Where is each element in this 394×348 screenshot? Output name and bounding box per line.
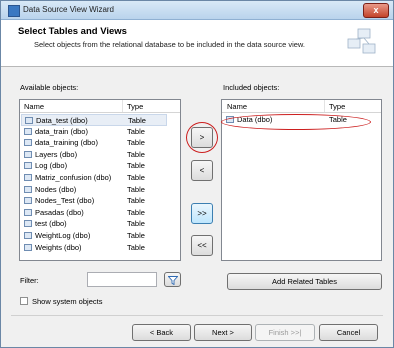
available-row-name: Nodes (dbo): [35, 184, 77, 194]
available-row[interactable]: Weights (dbo) Table: [21, 242, 171, 254]
available-row-type: Table: [127, 219, 145, 229]
available-col-type[interactable]: Type: [127, 102, 143, 111]
available-row[interactable]: Log (dbo) Table: [21, 160, 171, 172]
remove-all-button[interactable]: <<: [191, 235, 213, 256]
available-row[interactable]: data_training (dbo) Table: [21, 137, 171, 149]
table-icon: [24, 185, 32, 193]
included-row-name: Data (dbo): [237, 115, 273, 124]
page-description: Select objects from the relational datab…: [34, 40, 305, 49]
table-icon: [24, 174, 32, 181]
table-icon: [24, 197, 32, 205]
available-row-name: Nodes_Test (dbo): [35, 196, 95, 206]
available-row[interactable]: Pasadas (dbo) Table: [21, 207, 171, 219]
table-icon: [24, 243, 32, 251]
available-row-type: Table: [128, 116, 146, 125]
app-icon: [8, 5, 20, 17]
available-row-type: Table: [127, 231, 145, 240]
available-row-name: Layers (dbo): [35, 149, 78, 159]
available-row-name: Data_test (dbo): [36, 116, 88, 125]
table-icon: [24, 162, 32, 170]
finish-button[interactable]: Finish >>|: [255, 324, 315, 341]
title-bar: Data Source View Wizard x: [1, 1, 393, 20]
available-row-name: data_train (dbo): [35, 126, 88, 136]
table-icon: [25, 117, 33, 124]
page-title: Select Tables and Views: [18, 26, 127, 37]
available-row[interactable]: test (dbo) Table: [21, 218, 171, 230]
available-row-name: Log (dbo): [35, 161, 68, 171]
remove-selected-button[interactable]: <: [191, 160, 213, 181]
included-objects-list[interactable]: Name Type Data (dbo) Table: [221, 99, 382, 261]
available-row-name: Weights (dbo): [35, 242, 82, 252]
available-row-name: Pasadas (dbo): [35, 207, 84, 217]
filter-label: Filter:: [20, 276, 39, 285]
close-button[interactable]: x: [363, 3, 389, 18]
available-list-header: Name Type: [20, 100, 180, 113]
included-row[interactable]: Data (dbo) Table: [223, 114, 373, 126]
show-system-objects-label: Show system objects: [32, 297, 103, 306]
included-col-type[interactable]: Type: [329, 102, 345, 111]
available-row-type: Table: [127, 161, 145, 171]
available-objects-label: Available objects:: [20, 83, 79, 92]
included-row-type: Table: [329, 115, 347, 124]
filter-button[interactable]: [164, 272, 181, 287]
table-icon: [24, 232, 32, 239]
footer-divider: [11, 315, 383, 316]
wizard-header: Select Tables and Views Select objects f…: [1, 20, 393, 67]
available-row-type: Table: [127, 138, 145, 148]
available-col-name[interactable]: Name: [24, 102, 44, 111]
filter-input[interactable]: [87, 272, 157, 287]
available-row-name: WeightLog (dbo): [35, 231, 91, 240]
available-row[interactable]: data_train (dbo) Table: [21, 126, 171, 138]
included-list-header: Name Type: [222, 100, 381, 113]
add-related-tables-button[interactable]: Add Related Tables: [227, 273, 382, 290]
available-row-type: Table: [127, 149, 145, 159]
add-all-button[interactable]: >>: [191, 203, 213, 224]
available-row-type: Table: [127, 173, 145, 182]
included-col-name[interactable]: Name: [227, 102, 247, 111]
available-row-type: Table: [127, 184, 145, 194]
table-icon: [226, 116, 234, 123]
available-row[interactable]: Matriz_confusion (dbo) Table: [21, 172, 171, 184]
window-title: Data Source View Wizard: [23, 5, 114, 14]
available-row[interactable]: Nodes_Test (dbo) Table: [21, 195, 171, 207]
table-icon: [24, 220, 32, 228]
wizard-banner-icon: [347, 28, 376, 54]
funnel-icon: [167, 276, 178, 285]
table-icon: [24, 150, 32, 158]
wizard-window: Data Source View Wizard x Select Tables …: [0, 0, 394, 348]
available-row-type: Table: [127, 126, 145, 136]
available-row-name: test (dbo): [35, 219, 67, 229]
available-row[interactable]: WeightLog (dbo) Table: [21, 230, 171, 242]
available-row[interactable]: Data_test (dbo) Table: [21, 114, 167, 126]
available-row-name: data_training (dbo): [35, 138, 98, 148]
table-icon: [24, 127, 32, 135]
available-row-type: Table: [127, 207, 145, 217]
included-objects-label: Included objects:: [223, 83, 280, 92]
available-objects-list[interactable]: Name Type Data_test (dbo) Table data_train…: [19, 99, 181, 261]
cancel-button[interactable]: Cancel: [319, 324, 378, 341]
available-row-type: Table: [127, 242, 145, 252]
next-button[interactable]: Next >: [194, 324, 252, 341]
available-row-type: Table: [127, 196, 145, 206]
available-row-name: Matriz_confusion (dbo): [35, 173, 112, 182]
add-selected-button[interactable]: >: [191, 127, 213, 148]
table-icon: [24, 139, 32, 147]
table-icon: [24, 208, 32, 216]
back-button[interactable]: < Back: [132, 324, 191, 341]
show-system-objects-checkbox[interactable]: [20, 297, 28, 305]
available-row[interactable]: Nodes (dbo) Table: [21, 184, 171, 196]
available-row[interactable]: Layers (dbo) Table: [21, 149, 171, 161]
